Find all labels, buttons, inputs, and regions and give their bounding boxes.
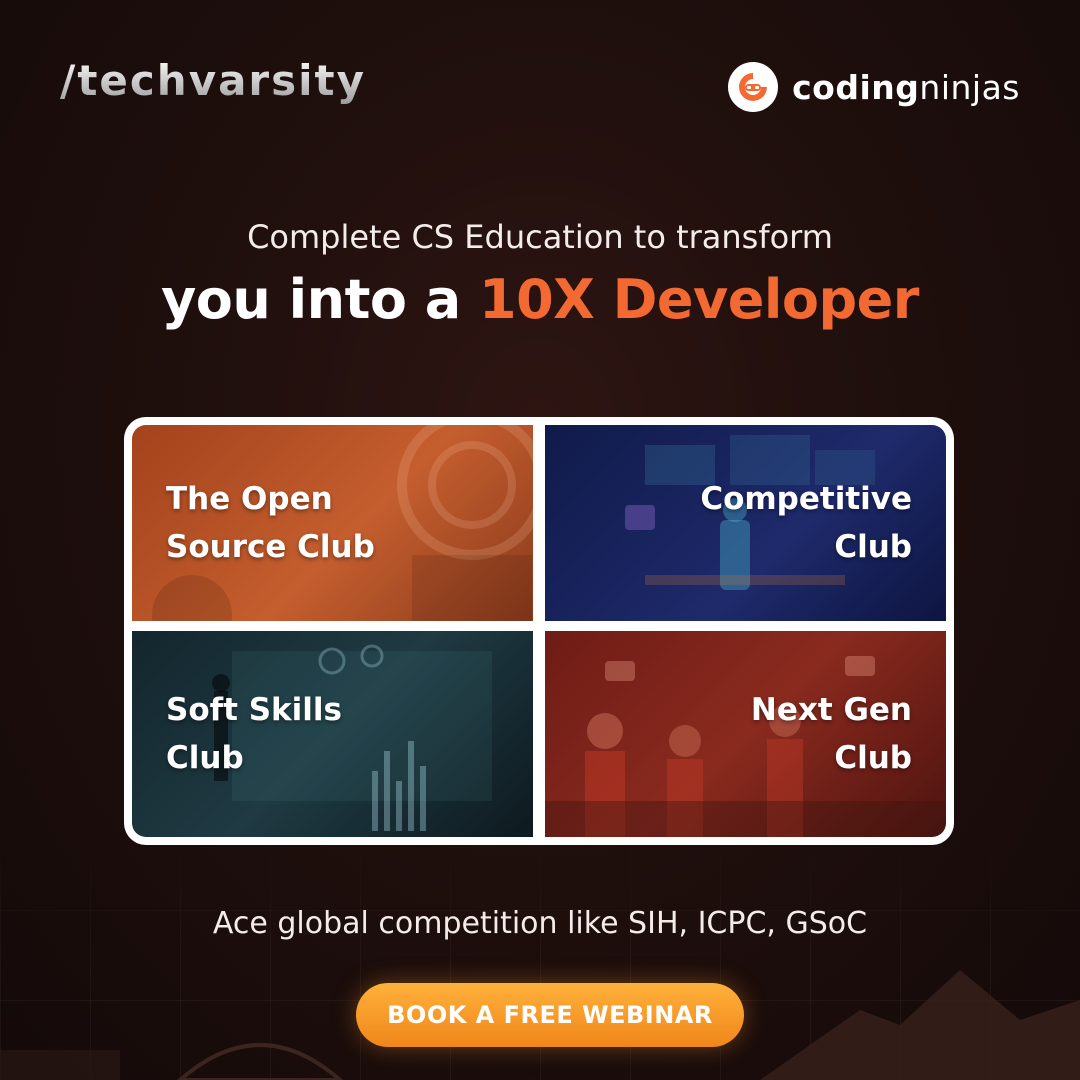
- codingninjas-logo: codingninjas: [728, 62, 1020, 112]
- tile-competitive-club[interactable]: Competitive Club: [545, 425, 946, 621]
- tile-next-gen-club[interactable]: Next Gen Club: [545, 631, 946, 837]
- competitions-subline: Ace global competition like SIH, ICPC, G…: [212, 906, 868, 941]
- tile-label: The Open Source Club: [166, 481, 375, 565]
- headline-line1: Complete CS Education to transform: [247, 218, 833, 256]
- clubs-card: The Open Source Club Competitive Club So…: [124, 417, 954, 845]
- tile-label: Competitive Club: [700, 481, 912, 565]
- headline-accent: 10X Developer: [479, 268, 919, 331]
- headline-line2: you into a 10X Developer: [0, 268, 1080, 331]
- brand-coding: coding: [792, 67, 920, 107]
- tile-open-source-club[interactable]: The Open Source Club: [132, 425, 533, 621]
- codingninjas-wordmark: codingninjas: [792, 68, 1020, 107]
- tile-label: Next Gen Club: [750, 692, 912, 776]
- book-webinar-button[interactable]: BOOK A FREE WEBINAR: [356, 983, 744, 1047]
- ninja-mask-icon: [728, 62, 779, 112]
- clubs-grid: The Open Source Club Competitive Club So…: [132, 425, 946, 837]
- tile-soft-skills-club[interactable]: Soft Skills Club: [132, 631, 533, 837]
- techvarsity-logo: /techvarsity: [60, 56, 366, 105]
- brand-ninjas: ninjas: [919, 67, 1020, 107]
- headline-prefix: you into a: [161, 268, 480, 331]
- tile-label: Soft Skills Club: [166, 692, 342, 776]
